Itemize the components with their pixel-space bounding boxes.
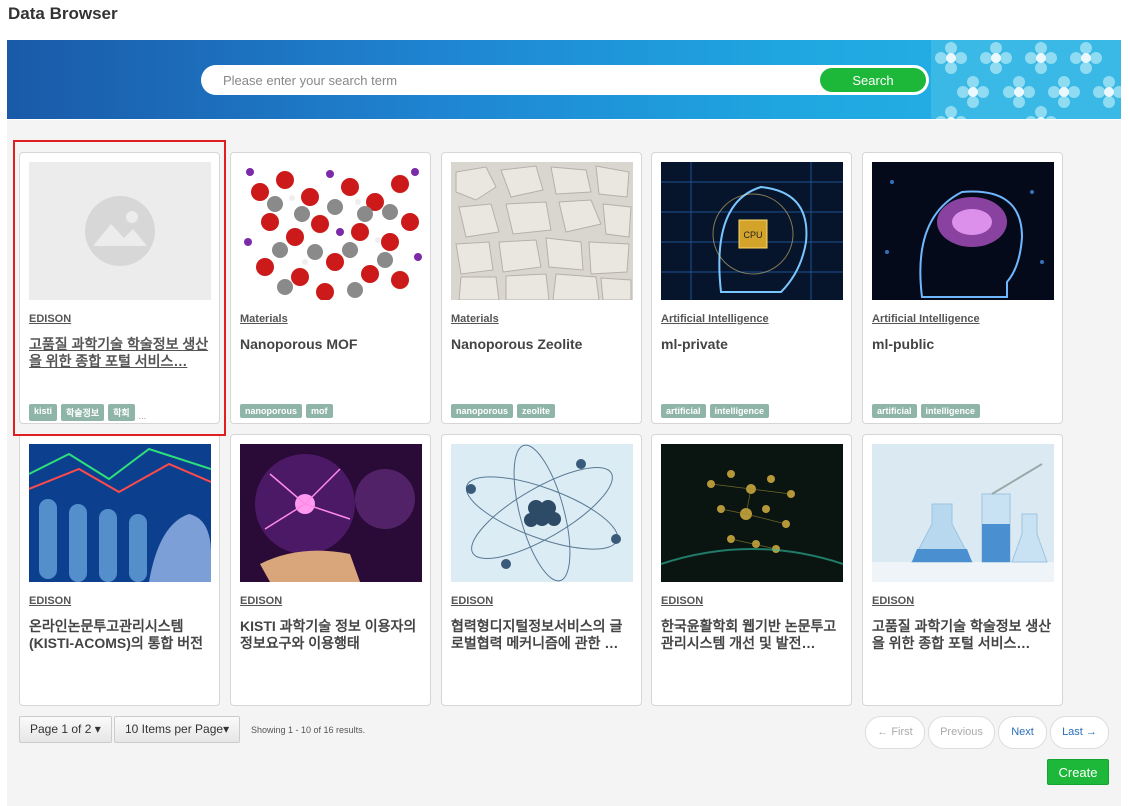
lab-flasks-image	[872, 444, 1054, 582]
tag-list: nanoporous mof	[240, 404, 333, 418]
previous-page-button[interactable]: Previous	[928, 716, 995, 749]
ai-chip-head-image: CPU	[661, 162, 843, 300]
tag-list: artificial intelligence	[872, 404, 981, 418]
data-card[interactable]: Materials Nanoporous MOF nanoporous mof	[230, 152, 431, 424]
page-select-dropdown[interactable]: Page 1 of 2 ▾	[19, 716, 112, 743]
page-title: Data Browser	[8, 4, 118, 23]
atom-model-image	[451, 444, 633, 582]
zeolite-rocks-image	[451, 162, 633, 300]
tag-list: artificial intelligence	[661, 404, 770, 418]
search-input[interactable]	[223, 65, 803, 95]
svg-text:CPU: CPU	[743, 230, 762, 240]
data-card[interactable]: EDISON 협력형디지털정보서비스의 글로벌협력 메커니즘에 관한 …	[441, 434, 642, 706]
card-category-link[interactable]: Artificial Intelligence	[872, 313, 980, 325]
card-title[interactable]: 한국윤활학회 웹기반 논문투고관리시스템 개선 및 발전…	[661, 618, 843, 652]
create-button[interactable]: Create	[1047, 759, 1109, 785]
selection-highlight	[13, 140, 226, 436]
data-card[interactable]: CPU Artificial Intelligence ml-private a…	[651, 152, 852, 424]
card-title[interactable]: 고품질 과학기술 학술정보 생산을 위한 종합 포털 서비스…	[872, 618, 1054, 652]
card-title[interactable]: ml-private	[661, 336, 843, 353]
card-category-link[interactable]: EDISON	[661, 595, 703, 607]
items-per-page-label: 10 Items per Page	[125, 722, 224, 736]
mof-molecule-image	[240, 162, 422, 300]
caret-down-icon: ▾	[94, 722, 101, 736]
tag[interactable]: intelligence	[920, 404, 981, 418]
tag[interactable]: nanoporous	[451, 404, 513, 418]
next-page-button[interactable]: Next	[998, 716, 1047, 749]
banner-pattern	[931, 40, 1121, 119]
card-title[interactable]: 협력형디지털정보서비스의 글로벌협력 메커니즘에 관한 …	[451, 618, 633, 652]
caret-down-icon: ▾	[223, 722, 230, 736]
search-banner: Search	[7, 40, 1121, 119]
ai-brain-head-image	[872, 162, 1054, 300]
card-category-link[interactable]: Artificial Intelligence	[661, 313, 769, 325]
data-card[interactable]: Artificial Intelligence ml-public artifi…	[862, 152, 1063, 424]
card-category-link[interactable]: EDISON	[872, 595, 914, 607]
tag[interactable]: intelligence	[709, 404, 770, 418]
gold-network-image	[661, 444, 843, 582]
data-card[interactable]: EDISON 한국윤활학회 웹기반 논문투고관리시스템 개선 및 발전…	[651, 434, 852, 706]
plasma-ball-image	[240, 444, 422, 582]
card-title[interactable]: Nanoporous MOF	[240, 336, 422, 353]
results-count: Showing 1 - 10 of 16 results.	[251, 725, 366, 735]
search-button[interactable]: Search	[820, 68, 926, 92]
tag[interactable]: artificial	[661, 404, 706, 418]
card-title[interactable]: KISTI 과학기술 정보 이용자의 정보요구와 이용행태	[240, 618, 422, 652]
tag[interactable]: mof	[306, 404, 333, 418]
search-bar: Search	[201, 65, 929, 95]
data-card[interactable]: Materials Nanoporous Zeolite nanoporous …	[441, 152, 642, 424]
card-category-link[interactable]: EDISON	[29, 595, 71, 607]
data-card[interactable]: EDISON 온라인논문투고관리시스템(KISTI-ACOMS)의 통합 버전 …	[19, 434, 220, 706]
card-category-link[interactable]: EDISON	[451, 595, 493, 607]
card-title[interactable]: ml-public	[872, 336, 1054, 353]
card-category-link[interactable]: Materials	[451, 313, 499, 325]
page-select-label: Page 1 of 2	[30, 722, 92, 736]
tag[interactable]: artificial	[872, 404, 917, 418]
card-title[interactable]: Nanoporous Zeolite	[451, 336, 633, 353]
card-category-link[interactable]: EDISON	[240, 595, 282, 607]
first-page-button[interactable]: ← First	[865, 716, 925, 749]
data-card[interactable]: EDISON KISTI 과학기술 정보 이용자의 정보요구와 이용행태	[230, 434, 431, 706]
tag[interactable]: nanoporous	[240, 404, 302, 418]
data-card[interactable]: EDISON 고품질 과학기술 학술정보 생산을 위한 종합 포털 서비스…	[862, 434, 1063, 706]
card-category-link[interactable]: Materials	[240, 313, 288, 325]
last-page-button[interactable]: Last →	[1050, 716, 1109, 749]
tag-list: nanoporous zeolite	[451, 404, 556, 418]
card-title[interactable]: 온라인논문투고관리시스템(KISTI-ACOMS)의 통합 버전 …	[29, 618, 211, 652]
tag[interactable]: zeolite	[517, 404, 556, 418]
test-tubes-image	[29, 444, 211, 582]
items-per-page-dropdown[interactable]: 10 Items per Page▾	[114, 716, 241, 743]
